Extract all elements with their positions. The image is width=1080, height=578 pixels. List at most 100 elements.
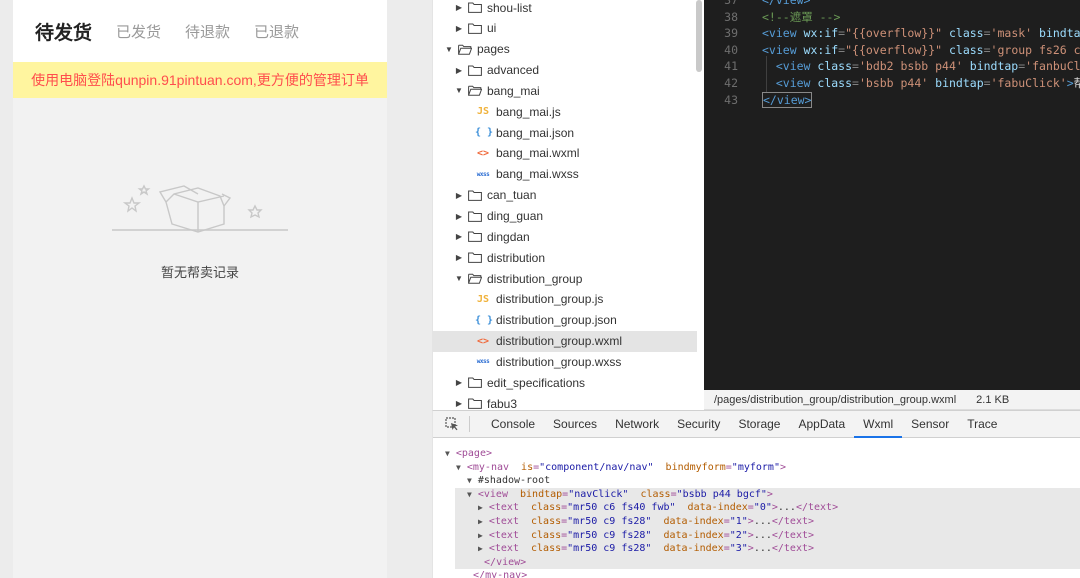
order-tab-2[interactable]: 待退款	[185, 21, 230, 42]
tree-item-label: advanced	[487, 63, 540, 78]
code-editor[interactable]: 37 </view> 38 <!--遮罩 --> 39 <view wx:if = "{{ov…	[704, 0, 1080, 390]
caret-right-icon: ▶	[455, 3, 463, 12]
dom-node[interactable]: ▼ #shadow-root	[433, 474, 1080, 488]
dom-node[interactable]: </my-nav>	[433, 569, 1080, 578]
dom-token: is	[515, 461, 534, 473]
dom-token: #shadow-root	[477, 475, 551, 487]
simulator-phone: 待发货 已发货 待退款 已退款 使用电脑登陆qunpin.91pintuan.com,…	[13, 0, 387, 578]
devtools-tab-console[interactable]: Console	[482, 411, 544, 438]
folder-open-icon	[465, 85, 487, 97]
tree-item-label: distribution	[487, 250, 546, 265]
file-item[interactable]: { } bang_mai.json	[433, 122, 697, 143]
line-number: 41	[724, 59, 738, 74]
devtools-panel: Console Sources Network Security Storage AppD…	[432, 410, 1080, 578]
devtools-tab-sensor[interactable]: Sensor	[902, 411, 958, 438]
line-number: 38	[724, 9, 738, 24]
caret-right-icon: ▶	[455, 378, 463, 388]
code-token: "{{overflow}}"	[845, 26, 943, 41]
devtools-tab-appdata[interactable]: AppData	[789, 411, 854, 438]
dom-node[interactable]: ▼ <my-nav is="component/nav/nav" bindmyf…	[433, 461, 1080, 475]
caret-right-icon: ▶	[455, 232, 463, 242]
file-item[interactable]: <> distribution_group.wxml	[433, 330, 697, 352]
file-tree: ▶ shou-list ▶ ui ▼ pages ▶ advanced ▼ bang_mai JS b…	[432, 0, 704, 410]
folder-item[interactable]: ▼ distribution_group	[433, 268, 697, 289]
folder-icon	[465, 377, 487, 389]
code-token: class	[817, 59, 853, 74]
devtools-tab-bar: Console Sources Network Security Storage AppD…	[433, 411, 1080, 438]
wxss-file-icon: wxss	[476, 358, 490, 366]
dom-node[interactable]: </view>	[455, 555, 1080, 570]
order-tab-1[interactable]: 已发货	[116, 21, 161, 42]
dom-node[interactable]: ▼ <view bindtap="navClick" class="bsbb p…	[455, 487, 1080, 502]
folder-item[interactable]: ▶ fabu3	[433, 393, 697, 410]
order-tab-0[interactable]: 待发货	[35, 18, 92, 45]
folder-icon	[465, 211, 487, 222]
file-item[interactable]: JS distribution_group.js	[433, 289, 697, 310]
devtools-tab-wxml[interactable]: Wxml	[854, 411, 903, 438]
code-token: =	[983, 26, 991, 41]
folder-item[interactable]: ▶ shou-list	[433, 0, 697, 18]
devtools-tab-sources[interactable]: Sources	[544, 411, 606, 438]
dom-node[interactable]: ▼ <page>	[433, 447, 1080, 461]
dom-token: "mr50 c9 fs28"	[567, 529, 652, 541]
dom-token: "mr50 c9 fs28"	[567, 516, 652, 527]
dom-token: data-index	[651, 516, 724, 527]
order-tab-bar: 待发货 已发货 待退款 已退款	[13, 0, 387, 62]
folder-icon	[465, 65, 487, 76]
code-token: </view>	[762, 0, 811, 7]
order-tab-3[interactable]: 已退款	[254, 21, 299, 42]
line-number: 39	[724, 26, 738, 41]
file-tree-scrollbar[interactable]	[696, 0, 702, 72]
caret-right-icon: ▶	[455, 23, 463, 33]
inspect-element-button[interactable]	[441, 413, 463, 435]
folder-item[interactable]: ▶ can_tuan	[433, 185, 697, 206]
folder-item[interactable]: ▶ advanced	[433, 60, 697, 81]
devtools-tabs: Console Sources Network Security Storage AppD…	[482, 411, 1006, 438]
dom-token: </view>	[484, 556, 527, 568]
line-number: 37	[724, 0, 738, 7]
code-token: 'bsbb p44'	[858, 76, 929, 90]
folder-item[interactable]: ▶ ding_guan	[433, 206, 697, 227]
dom-token: "0"	[753, 502, 772, 514]
file-item[interactable]: JS bang_mai.js	[433, 101, 697, 122]
tree-item-label: shou-list	[487, 0, 532, 15]
devtools-tab-trace[interactable]: Trace	[958, 411, 1006, 438]
file-item[interactable]: <> bang_mai.wxml	[433, 143, 697, 164]
tree-item-label: bang_mai.wxml	[496, 146, 580, 161]
folder-icon	[465, 23, 487, 34]
dom-node[interactable]: ▶ <text class="mr50 c9 fs28" data-index=…	[455, 515, 1080, 529]
file-item[interactable]: wxss bang_mai.wxss	[433, 164, 697, 185]
tree-item-label: bang_mai.json	[496, 125, 575, 140]
dom-token: "myform"	[731, 461, 780, 473]
devtools-tab-network[interactable]: Network	[606, 411, 668, 438]
dom-token: <my-nav	[466, 461, 516, 473]
tree-item-label: distribution_group.js	[496, 292, 604, 307]
devtools-tab-security[interactable]: Security	[668, 411, 729, 438]
folder-item[interactable]: ▶ dingdan	[433, 226, 697, 247]
dom-token: <page>	[455, 448, 492, 459]
dom-token: >	[779, 461, 786, 473]
caret-right-icon: ▶	[455, 399, 463, 409]
code-line: 39 <view wx:if="{{overflow}}" class='mask…	[704, 25, 1080, 41]
folder-item[interactable]: ▼ bang_mai	[433, 80, 697, 101]
folder-item[interactable]: ▶ distribution	[433, 247, 697, 268]
code-token: =	[983, 42, 991, 57]
dom-node[interactable]: ▶ <text class="mr50 c6 fs40 fwb" data-in…	[455, 501, 1080, 515]
folder-item[interactable]: ▶ ui	[433, 18, 697, 39]
code-token: =	[852, 59, 859, 74]
dom-node[interactable]: ▶ <text class="mr50 c9 fs28" data-index=…	[455, 528, 1080, 543]
code-text: <!--遮罩 -->	[762, 9, 840, 25]
devtools-tab-storage[interactable]: Storage	[729, 411, 789, 438]
file-item[interactable]: { } distribution_group.json	[433, 310, 697, 331]
code-token: 'fabuClick'	[990, 76, 1067, 90]
code-text: <view class='bsbb p44' bindtap='fabuClic…	[762, 75, 1080, 91]
dom-node[interactable]: ▶ <text class="mr50 c9 fs28" data-index=…	[455, 542, 1080, 556]
tree-item-label: fabu3	[487, 396, 518, 410]
file-item[interactable]: wxss distribution_group.wxss	[433, 351, 697, 372]
line-number: 42	[724, 76, 738, 90]
folder-item[interactable]: ▼ pages	[433, 39, 697, 60]
folder-item[interactable]: ▶ edit_specifications	[433, 372, 697, 393]
tree-item-label: distribution_group	[487, 271, 583, 286]
code-token: class	[948, 42, 984, 57]
